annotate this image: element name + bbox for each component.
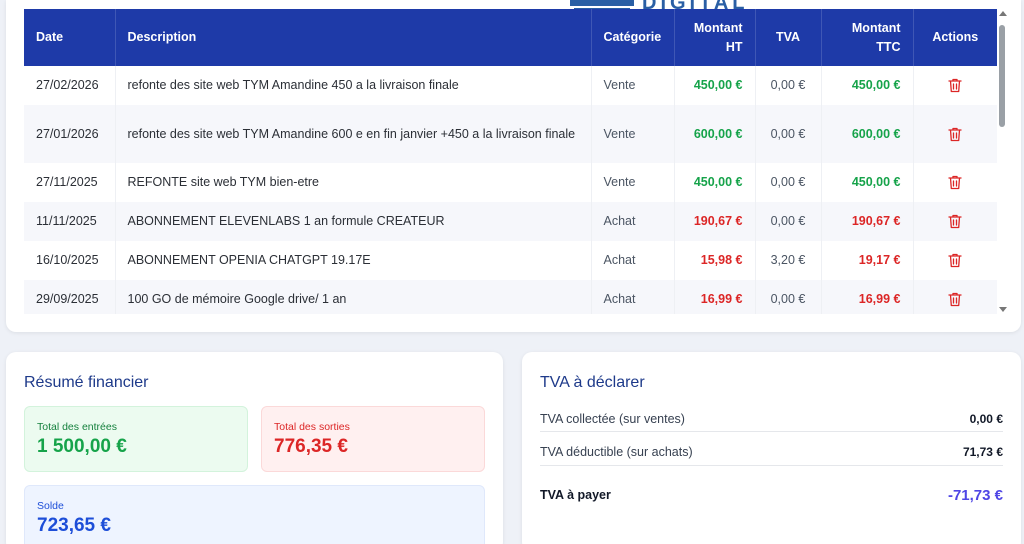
- cell-actions: [913, 66, 997, 105]
- transactions-table: Date Description Catégorie Montant HT TVA…: [24, 9, 997, 314]
- table-row: 27/02/2026 refonte des site web TYM Aman…: [24, 66, 997, 105]
- cell-montant-ttc: 600,00 €: [821, 105, 914, 163]
- trash-icon[interactable]: [948, 253, 962, 268]
- cell-description: refonte des site web TYM Amandine 600 e …: [115, 105, 592, 163]
- tva-a-payer-value: -71,73 €: [947, 486, 1003, 504]
- header-description[interactable]: Description: [115, 9, 592, 66]
- cell-montant-ht: 450,00 €: [674, 66, 756, 105]
- cell-montant-ttc: 190,67 €: [821, 202, 914, 241]
- cell-montant-ttc: 16,99 €: [821, 280, 914, 314]
- cell-description: REFONTE site web TYM bien-etre: [115, 163, 592, 202]
- solde-box: Solde 723,65 €: [24, 485, 485, 544]
- cell-date: 11/11/2025: [24, 202, 116, 241]
- cell-actions: [913, 241, 997, 280]
- cell-montant-ht: 15,98 €: [674, 241, 756, 280]
- cell-montant-ht: 600,00 €: [674, 105, 756, 163]
- tva-declaration-card: TVA à déclarer TVA collectée (sur ventes…: [522, 352, 1021, 544]
- cell-date: 27/01/2026: [24, 105, 116, 163]
- cell-montant-ht: 16,99 €: [674, 280, 756, 314]
- cell-description: refonte des site web TYM Amandine 450 a …: [115, 66, 592, 105]
- header-tva[interactable]: TVA: [755, 9, 822, 66]
- cell-tva: 0,00 €: [755, 105, 822, 163]
- total-sorties-box: Total des sorties 776,35 €: [261, 406, 485, 472]
- tva-deductible-row: TVA déductible (sur achats) 71,73 €: [540, 438, 1003, 466]
- table-header-row: Date Description Catégorie Montant HT TVA…: [24, 9, 997, 66]
- tva-collectee-row: TVA collectée (sur ventes) 0,00 €: [540, 406, 1003, 432]
- cell-date: 27/11/2025: [24, 163, 116, 202]
- tva-a-payer-label: TVA à payer: [540, 488, 611, 502]
- cell-tva: 0,00 €: [755, 66, 822, 105]
- cell-tva: 0,00 €: [755, 163, 822, 202]
- header-date[interactable]: Date: [24, 9, 116, 66]
- trash-icon[interactable]: [948, 214, 962, 229]
- cell-tva: 0,00 €: [755, 280, 822, 314]
- cell-tva: 0,00 €: [755, 202, 822, 241]
- tva-deductible-value: 71,73 €: [962, 444, 1003, 459]
- cell-date: 16/10/2025: [24, 241, 116, 280]
- cell-montant-ht: 190,67 €: [674, 202, 756, 241]
- cell-montant-ttc: 450,00 €: [821, 66, 914, 105]
- trash-icon[interactable]: [948, 292, 962, 307]
- cell-categorie: Achat: [591, 202, 675, 241]
- cell-montant-ttc: 19,17 €: [821, 241, 914, 280]
- cell-categorie: Vente: [591, 105, 675, 163]
- cell-date: 29/09/2025: [24, 280, 116, 314]
- header-categorie[interactable]: Catégorie: [591, 9, 675, 66]
- cell-actions: [913, 163, 997, 202]
- tva-deductible-label: TVA déductible (sur achats): [540, 444, 693, 459]
- solde-value: 723,65 €: [37, 515, 111, 536]
- cell-actions: [913, 280, 997, 314]
- table-row: 27/11/2025 REFONTE site web TYM bien-etr…: [24, 163, 997, 202]
- solde-label: Solde: [37, 500, 64, 512]
- total-sorties-value: 776,35 €: [274, 436, 348, 457]
- cell-actions: [913, 105, 997, 163]
- total-entrees-label: Total des entrées: [37, 421, 117, 433]
- trash-icon[interactable]: [948, 175, 962, 190]
- scrollbar-thumb[interactable]: [999, 25, 1005, 127]
- tva-a-payer-row: TVA à payer -71,73 €: [540, 483, 1003, 507]
- scroll-down-icon[interactable]: [999, 307, 1007, 312]
- table-row: 27/01/2026 refonte des site web TYM Aman…: [24, 105, 997, 163]
- tva-collectee-label: TVA collectée (sur ventes): [540, 411, 685, 426]
- financial-summary-card: Résumé financier Total des entrées 1 500…: [6, 352, 503, 544]
- cell-description: ABONNEMENT ELEVENLABS 1 an formule CREAT…: [115, 202, 592, 241]
- total-sorties-label: Total des sorties: [274, 421, 350, 433]
- cell-categorie: Vente: [591, 163, 675, 202]
- cell-categorie: Achat: [591, 280, 675, 314]
- transactions-card: DIGITAL Date Description Catégorie Monta…: [6, 0, 1021, 332]
- table-scrollbar[interactable]: [997, 9, 1009, 314]
- cell-description: 100 GO de mémoire Google drive/ 1 an: [115, 280, 592, 314]
- cell-date: 27/02/2026: [24, 66, 116, 105]
- tva-collectee-value: 0,00 €: [969, 411, 1003, 426]
- cell-categorie: Achat: [591, 241, 675, 280]
- cell-tva: 3,20 €: [755, 241, 822, 280]
- table-row: 29/09/2025 100 GO de mémoire Google driv…: [24, 280, 997, 314]
- cell-description: ABONNEMENT OPENIA CHATGPT 19.17E: [115, 241, 592, 280]
- table-row: 11/11/2025 ABONNEMENT ELEVENLABS 1 an fo…: [24, 202, 997, 241]
- header-montant-ht[interactable]: Montant HT: [674, 9, 756, 66]
- cell-categorie: Vente: [591, 66, 675, 105]
- table-row: 16/10/2025 ABONNEMENT OPENIA CHATGPT 19.…: [24, 241, 997, 280]
- trash-icon[interactable]: [948, 127, 962, 142]
- header-actions: Actions: [913, 9, 997, 66]
- transactions-table-wrapper[interactable]: Date Description Catégorie Montant HT TVA…: [24, 9, 997, 314]
- trash-icon[interactable]: [948, 78, 962, 93]
- scroll-up-icon[interactable]: [999, 11, 1007, 16]
- total-entrees-value: 1 500,00 €: [37, 436, 127, 457]
- cell-montant-ht: 450,00 €: [674, 163, 756, 202]
- cell-montant-ttc: 450,00 €: [821, 163, 914, 202]
- cell-actions: [913, 202, 997, 241]
- total-entrees-box: Total des entrées 1 500,00 €: [24, 406, 248, 472]
- financial-summary-title: Résumé financier: [24, 374, 149, 391]
- header-montant-ttc[interactable]: Montant TTC: [821, 9, 914, 66]
- tva-declaration-title: TVA à déclarer: [540, 374, 645, 391]
